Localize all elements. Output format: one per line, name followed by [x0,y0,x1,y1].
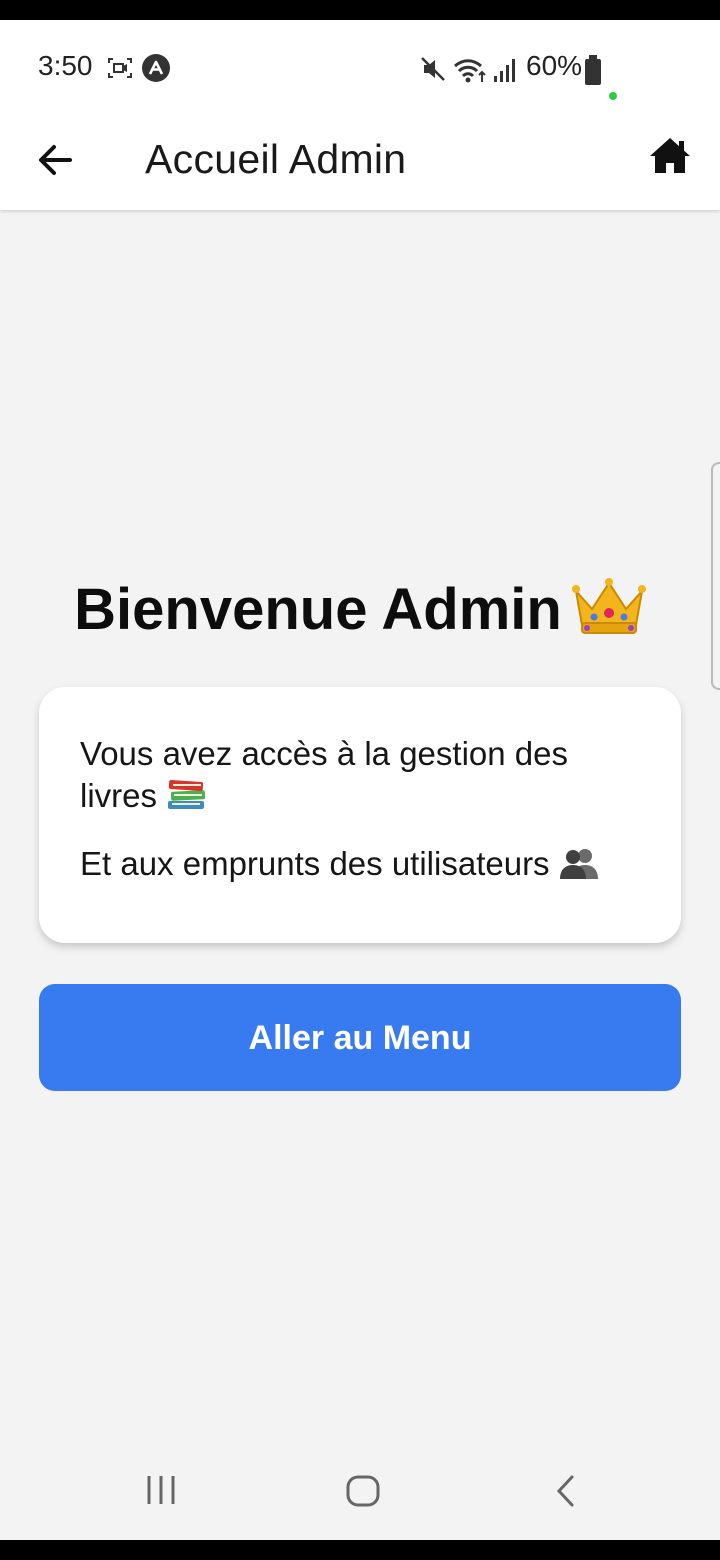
back-nav-icon[interactable] [552,1474,580,1508]
arrow-left-icon[interactable] [30,134,82,186]
books-access-text: Vous avez accès à la gestion des livres [80,733,640,817]
page-title: Accueil Admin [145,136,407,182]
welcome-heading: Bienvenue Admin [0,576,720,643]
signal-icon [494,59,515,82]
info-card: Vous avez accès à la gestion des livres … [39,687,681,943]
screen-recorder-icon [108,58,132,78]
welcome-text: Bienvenue Admin [74,577,562,642]
app-notification-icon [142,54,170,82]
system-nav-bar [0,1440,720,1540]
crown-icon [571,578,646,634]
loans-access-label: Et aux emprunts des utilisateurs [80,845,550,882]
active-dot-icon [609,92,617,100]
wifi-icon [454,59,486,83]
loans-access-text: Et aux emprunts des utilisateurs [80,843,660,885]
mute-icon [421,57,445,81]
status-time: 3:50 [38,50,93,81]
battery-icon [585,55,601,85]
battery-percent: 60% [526,50,583,81]
app-bar: Accueil Admin [0,114,720,210]
books-icon [168,779,206,809]
go-to-menu-button[interactable]: Aller au Menu [39,984,681,1091]
app-screen: 3:50 60% Accueil Admin Bienvenue Admin V… [0,20,720,1540]
users-icon [559,849,598,879]
home-icon[interactable] [648,134,692,178]
status-bar: 3:50 60% [0,20,720,114]
recent-apps-icon[interactable] [144,1474,178,1506]
books-access-label: Vous avez accès à la gestion des livres [80,735,568,814]
home-nav-icon[interactable] [345,1474,381,1508]
